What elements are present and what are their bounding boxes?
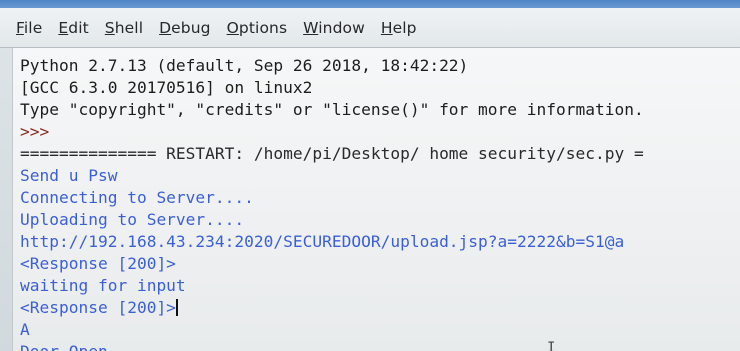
shell-line-upload-url: http://192.168.43.234:2020/SECUREDOOR/up… (20, 232, 625, 251)
menu-file[interactable]: File (16, 19, 42, 37)
shell-line-waiting: waiting for input (20, 276, 186, 295)
shell-line-door-open: Door Open (20, 341, 108, 351)
shell-line-send-psw: Send u Psw (20, 166, 118, 185)
menu-window[interactable]: Window (303, 19, 365, 37)
menu-debug[interactable]: Debug (159, 19, 211, 37)
shell-line-restart: ============== RESTART: /home/pi/Desktop… (20, 144, 644, 163)
menu-shell[interactable]: Shell (105, 19, 143, 37)
idle-python-shell-window: File Edit Shell Debug Options Window Hel… (0, 0, 740, 351)
shell-line-uploading: Uploading to Server.... (20, 210, 245, 229)
window-title-strip (0, 0, 740, 8)
shell-line-response-2-row: <Response [200]> (20, 297, 178, 319)
menu-options[interactable]: Options (227, 19, 288, 37)
shell-line-copyright-info: Type "copyright", "credits" or "license(… (20, 100, 644, 119)
shell-line-connecting: Connecting to Server.... (20, 188, 254, 207)
shell-line-response-2: <Response [200]> (20, 298, 176, 317)
shell-text-area[interactable]: Python 2.7.13 (default, Sep 26 2018, 18:… (12, 48, 740, 351)
menu-edit[interactable]: Edit (58, 19, 88, 37)
menu-bar: File Edit Shell Debug Options Window Hel… (0, 8, 740, 48)
shell-line-gcc-info: [GCC 6.3.0 20170516] on linux2 (20, 78, 313, 97)
shell-line-response-1: <Response [200]> (20, 254, 176, 273)
text-cursor (175, 299, 178, 316)
shell-line-prompt: >>> (20, 122, 50, 141)
shell-line-input-a: A (20, 320, 30, 339)
i-beam-cursor-icon: I (547, 340, 556, 351)
menu-help[interactable]: Help (381, 19, 417, 37)
shell-line-python-version: Python 2.7.13 (default, Sep 26 2018, 18:… (20, 56, 469, 75)
